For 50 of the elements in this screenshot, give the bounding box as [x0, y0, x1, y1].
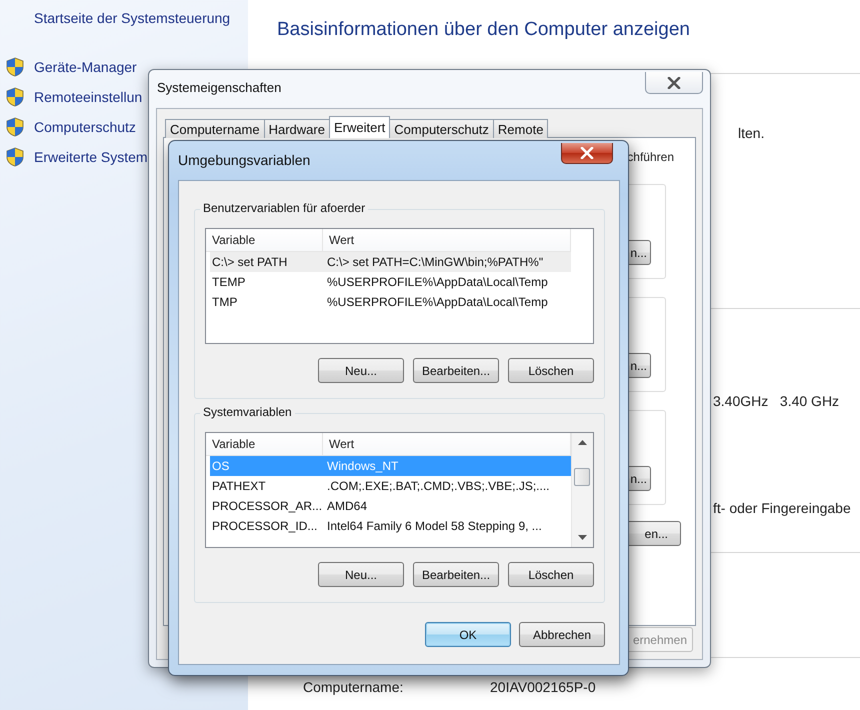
cancel-button[interactable]: Abbrechen	[519, 622, 605, 647]
column-header[interactable]: Wert	[323, 229, 571, 251]
info-text: ft- oder Fingereingabe	[713, 500, 852, 516]
tab[interactable]: Computername	[165, 119, 265, 138]
shield-icon	[6, 87, 24, 107]
ok-button[interactable]: OK	[425, 622, 511, 647]
scroll-thumb[interactable]	[574, 468, 590, 486]
panel-text: chführen	[627, 150, 674, 164]
page-title: Basisinformationen über den Computer anzeigen	[276, 18, 691, 42]
group-title: Benutzervariablen für afoerder	[200, 201, 368, 215]
tab[interactable]: Remote	[492, 119, 548, 138]
dialog-button[interactable]: Bearbeiten...	[413, 358, 499, 383]
close-icon	[580, 147, 594, 159]
up-arrow-icon[interactable]	[578, 440, 587, 445]
dialog-button[interactable]: Bearbeiten...	[413, 562, 499, 587]
down-arrow-icon[interactable]	[578, 535, 587, 540]
sidebar-link[interactable]: Remoteeinstellun	[6, 82, 142, 112]
scrollbar[interactable]	[571, 433, 593, 547]
sidebar-link[interactable]: Erweiterte System	[6, 142, 148, 172]
tab[interactable]: Hardware	[264, 119, 330, 138]
column-header[interactable]: Variable	[206, 229, 323, 251]
info-value: 20IAV002165P-0	[490, 679, 596, 695]
home-link[interactable]: Startseite der Systemsteuerung	[34, 10, 230, 26]
sidebar-link[interactable]: Geräte-Manager	[6, 52, 137, 82]
group-title: Systemvariablen	[200, 405, 295, 419]
close-icon	[667, 76, 681, 88]
shield-icon	[6, 57, 24, 77]
info-text: lten.	[738, 125, 766, 141]
list-row[interactable]: PROCESSOR_ID... Intel64 Family 6 Model 58 Stepping 9, ...	[210, 516, 571, 536]
list-row[interactable]: TMP %USERPROFILE%\AppData\Local\Temp	[210, 292, 571, 312]
info-label: Computername:	[303, 679, 404, 695]
dialog-button[interactable]: Löschen	[508, 358, 594, 383]
tab[interactable]: Erweitert	[328, 116, 390, 138]
list-row[interactable]: C:\> set PATH C:\> set PATH=C:\MinGW\bin;%PATH%"	[210, 252, 571, 272]
info-text: 3.40GHz 3.40 GHz	[713, 393, 840, 409]
dialog-button[interactable]: Löschen	[508, 562, 594, 587]
dialog-button[interactable]: Neu...	[318, 358, 404, 383]
column-header[interactable]: Variable	[206, 433, 323, 455]
shield-icon	[6, 147, 24, 167]
list-row[interactable]: PATHEXT .COM;.EXE;.BAT;.CMD;.VBS;.VBE;.JS;....	[210, 476, 571, 496]
close-button[interactable]	[561, 143, 613, 164]
close-button[interactable]	[645, 72, 703, 94]
dialog-button[interactable]: Neu...	[318, 562, 404, 587]
window-title: Umgebungsvariablen	[178, 152, 310, 168]
list-row[interactable]: TEMP %USERPROFILE%\AppData\Local\Temp	[210, 272, 571, 292]
tab[interactable]: Computerschutz	[389, 119, 494, 138]
list-row[interactable]: PROCESSOR_AR... AMD64	[210, 496, 571, 516]
sidebar-link[interactable]: Computerschutz	[6, 112, 136, 142]
window-title: Systemeigenschaften	[157, 80, 282, 95]
shield-icon	[6, 117, 24, 137]
